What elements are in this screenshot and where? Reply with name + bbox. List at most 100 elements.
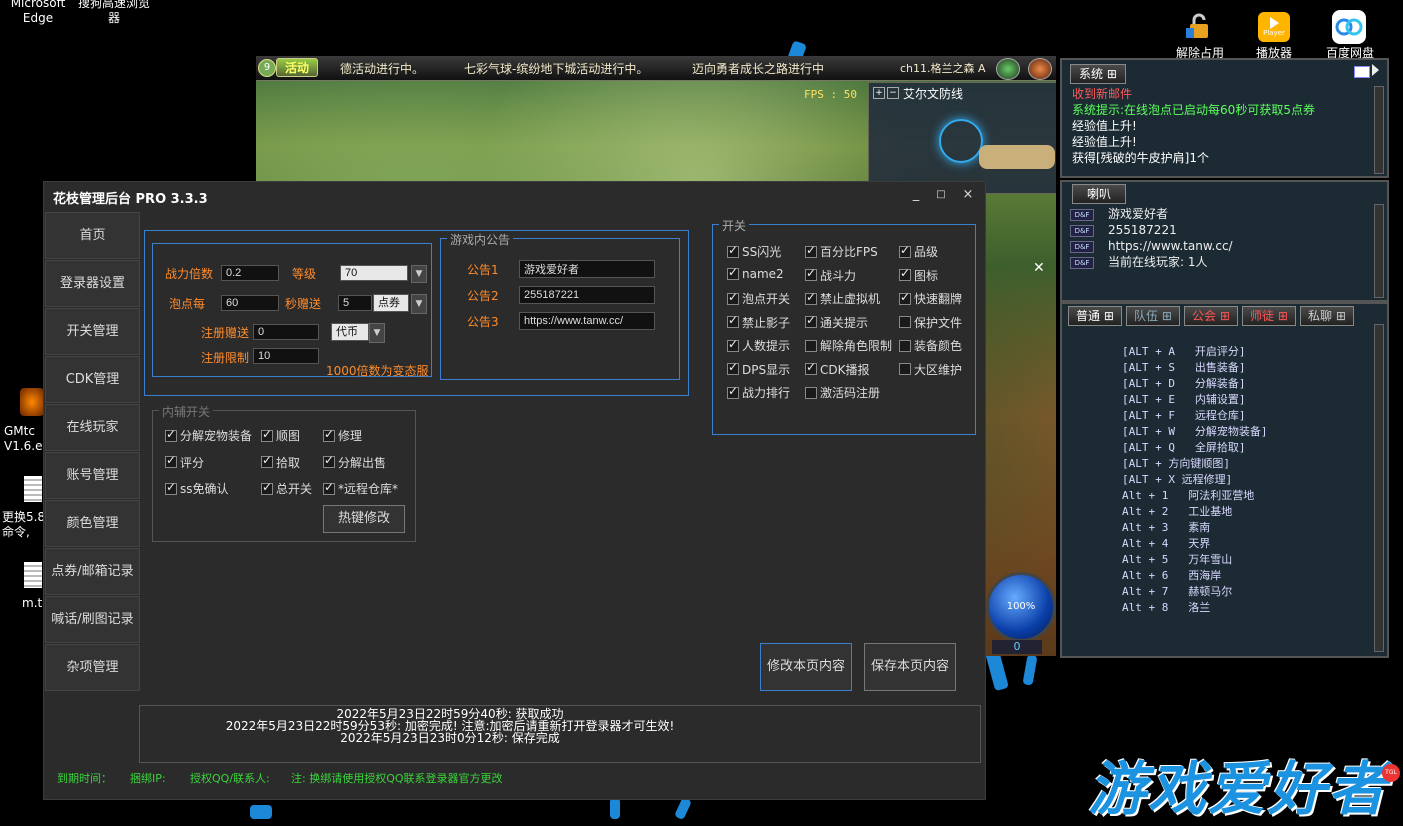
checkbox-icon[interactable] xyxy=(727,265,739,280)
checkbox-option[interactable]: 禁止影子 xyxy=(727,313,790,331)
checkbox-icon[interactable] xyxy=(899,339,911,352)
minimize-button[interactable]: _ xyxy=(902,187,930,202)
checkbox-icon[interactable] xyxy=(323,453,335,468)
maximize-button[interactable]: □ xyxy=(927,189,955,200)
unlock-tool-icon[interactable] xyxy=(1184,12,1214,42)
checkbox-icon[interactable] xyxy=(727,384,739,399)
checkbox-icon[interactable] xyxy=(727,243,739,258)
text-file-icon[interactable] xyxy=(24,476,42,502)
checkbox-option[interactable]: 百分比FPS xyxy=(805,243,878,260)
checkbox-option[interactable]: 图标 xyxy=(899,266,938,284)
hotkey-edit-button[interactable]: 热键修改 xyxy=(323,505,405,533)
register-currency-dropdown-chevron-icon[interactable]: ▼ xyxy=(369,323,385,343)
announcement-3-input[interactable] xyxy=(519,312,655,330)
checkbox-option[interactable]: 战斗力 xyxy=(805,266,856,284)
title-bar[interactable]: 花枝管理后台 PRO 3.3.3 _ □ × xyxy=(44,182,985,210)
tab-system[interactable]: 系统 ⊞ xyxy=(1070,64,1126,84)
checkbox-icon[interactable] xyxy=(727,313,739,328)
checkbox-option[interactable]: 人数提示 xyxy=(727,337,790,354)
checkbox-icon[interactable] xyxy=(899,243,911,258)
checkbox-option[interactable]: 快速翻牌 xyxy=(899,290,962,307)
nav-home[interactable]: 首页 xyxy=(45,212,140,259)
nav-shout-dungeon-records[interactable]: 喊话/刷图记录 xyxy=(45,596,140,643)
green-orb-icon[interactable] xyxy=(996,58,1020,80)
checkbox-option[interactable]: *远程仓库* xyxy=(323,480,398,497)
nav-launcher-settings[interactable]: 登录器设置 xyxy=(45,260,140,307)
announcement-1-input[interactable] xyxy=(519,260,655,278)
arrow-right-icon[interactable] xyxy=(1372,64,1379,76)
scrollbar[interactable] xyxy=(1374,324,1384,652)
checkbox-option[interactable]: ss免确认 xyxy=(165,480,229,497)
level-input[interactable] xyxy=(340,265,408,281)
nav-misc-management[interactable]: 杂项管理 xyxy=(45,644,140,691)
nav-online-players[interactable]: 在线玩家 xyxy=(45,404,140,451)
register-gift-currency-select[interactable]: 代币 xyxy=(331,323,369,341)
chat-tab[interactable]: 普通 ⊞ xyxy=(1068,306,1122,326)
player-icon[interactable]: Player xyxy=(1258,12,1290,42)
checkbox-icon[interactable] xyxy=(165,427,177,442)
modify-page-button[interactable]: 修改本页内容 xyxy=(760,643,852,691)
chat-tab[interactable]: 队伍 ⊞ xyxy=(1126,306,1180,326)
checkbox-icon[interactable] xyxy=(261,427,273,442)
level-dropdown-chevron-icon[interactable]: ▼ xyxy=(411,265,427,283)
gift-amount-input[interactable] xyxy=(338,295,372,311)
checkbox-icon[interactable] xyxy=(805,386,817,399)
checkbox-option[interactable]: 保护文件 xyxy=(899,314,962,331)
close-button[interactable]: × xyxy=(954,187,982,202)
checkbox-option[interactable]: 激活码注册 xyxy=(805,384,880,401)
checkbox-option[interactable]: 顺图 xyxy=(261,427,300,444)
register-gift-input[interactable] xyxy=(253,324,319,340)
text-file-icon[interactable] xyxy=(24,562,42,588)
checkbox-icon[interactable] xyxy=(261,453,273,468)
power-multiplier-input[interactable] xyxy=(221,265,279,281)
checkbox-option[interactable]: 评分 xyxy=(165,453,204,471)
chat-tab[interactable]: 师徒 ⊞ xyxy=(1242,306,1296,326)
checkbox-icon[interactable] xyxy=(899,266,911,281)
desktop-icon-sogou-browser[interactable]: 搜狗高速浏览 器 xyxy=(74,0,154,26)
tab-horn[interactable]: 喇叭 xyxy=(1072,184,1126,204)
checkbox-icon[interactable] xyxy=(805,290,817,305)
minimap-zoom-in-icon[interactable]: + xyxy=(873,87,885,99)
checkbox-icon[interactable] xyxy=(899,363,911,375)
checkbox-icon[interactable] xyxy=(805,360,817,375)
checkbox-icon[interactable] xyxy=(261,480,273,495)
checkbox-icon[interactable] xyxy=(323,427,335,442)
bubble-interval-input[interactable] xyxy=(221,295,279,311)
checkbox-option[interactable]: 装备颜色 xyxy=(899,337,962,354)
register-limit-input[interactable] xyxy=(253,348,319,364)
checkbox-icon[interactable] xyxy=(899,290,911,305)
checkbox-option[interactable]: 解除角色限制 xyxy=(805,337,892,354)
compass-icon[interactable] xyxy=(1028,58,1052,80)
checkbox-option[interactable]: 品级 xyxy=(899,243,938,260)
gift-currency-select[interactable]: 点券 xyxy=(373,294,409,312)
checkbox-option[interactable]: 大区维护 xyxy=(899,361,962,378)
save-page-button[interactable]: 保存本页内容 xyxy=(864,643,956,691)
checkbox-icon[interactable] xyxy=(165,480,177,495)
checkbox-icon[interactable] xyxy=(805,313,817,328)
nav-color-management[interactable]: 颜色管理 xyxy=(45,500,140,547)
scrollbar[interactable] xyxy=(1374,86,1384,174)
desktop-icon-edge[interactable]: Microsoft Edge xyxy=(8,0,68,26)
checkbox-icon[interactable] xyxy=(805,266,817,281)
checkbox-option[interactable]: CDK播报 xyxy=(805,360,870,378)
checkbox-option[interactable]: 分解出售 xyxy=(323,453,386,471)
checkbox-icon[interactable] xyxy=(323,480,335,495)
currency-dropdown-chevron-icon[interactable]: ▼ xyxy=(411,294,427,314)
checkbox-option[interactable]: 战力排行 xyxy=(727,384,790,401)
checkbox-option[interactable]: 泡点开关 xyxy=(727,290,790,307)
scrollbar[interactable] xyxy=(1374,204,1384,298)
minimap[interactable]: + − 艾尔文防线 艾尔文防线 xyxy=(868,82,1056,194)
checkbox-icon[interactable] xyxy=(727,337,739,352)
checkbox-option[interactable]: SS闪光 xyxy=(727,243,781,260)
nav-cdk-management[interactable]: CDK管理 xyxy=(45,356,140,403)
window-toggle-icon[interactable] xyxy=(1354,66,1370,78)
minimap-zoom-out-icon[interactable]: − xyxy=(887,87,899,99)
nav-points-mail-records[interactable]: 点券/邮箱记录 xyxy=(45,548,140,595)
close-icon[interactable]: ✕ xyxy=(1033,260,1045,276)
checkbox-option[interactable]: DPS显示 xyxy=(727,360,790,378)
checkbox-option[interactable]: 修理 xyxy=(323,427,362,444)
checkbox-option[interactable]: 通关提示 xyxy=(805,313,868,331)
baidu-netdisk-icon[interactable] xyxy=(1332,10,1366,44)
checkbox-option[interactable]: 分解宠物装备 xyxy=(165,427,252,444)
checkbox-option[interactable]: name2 xyxy=(727,265,784,281)
